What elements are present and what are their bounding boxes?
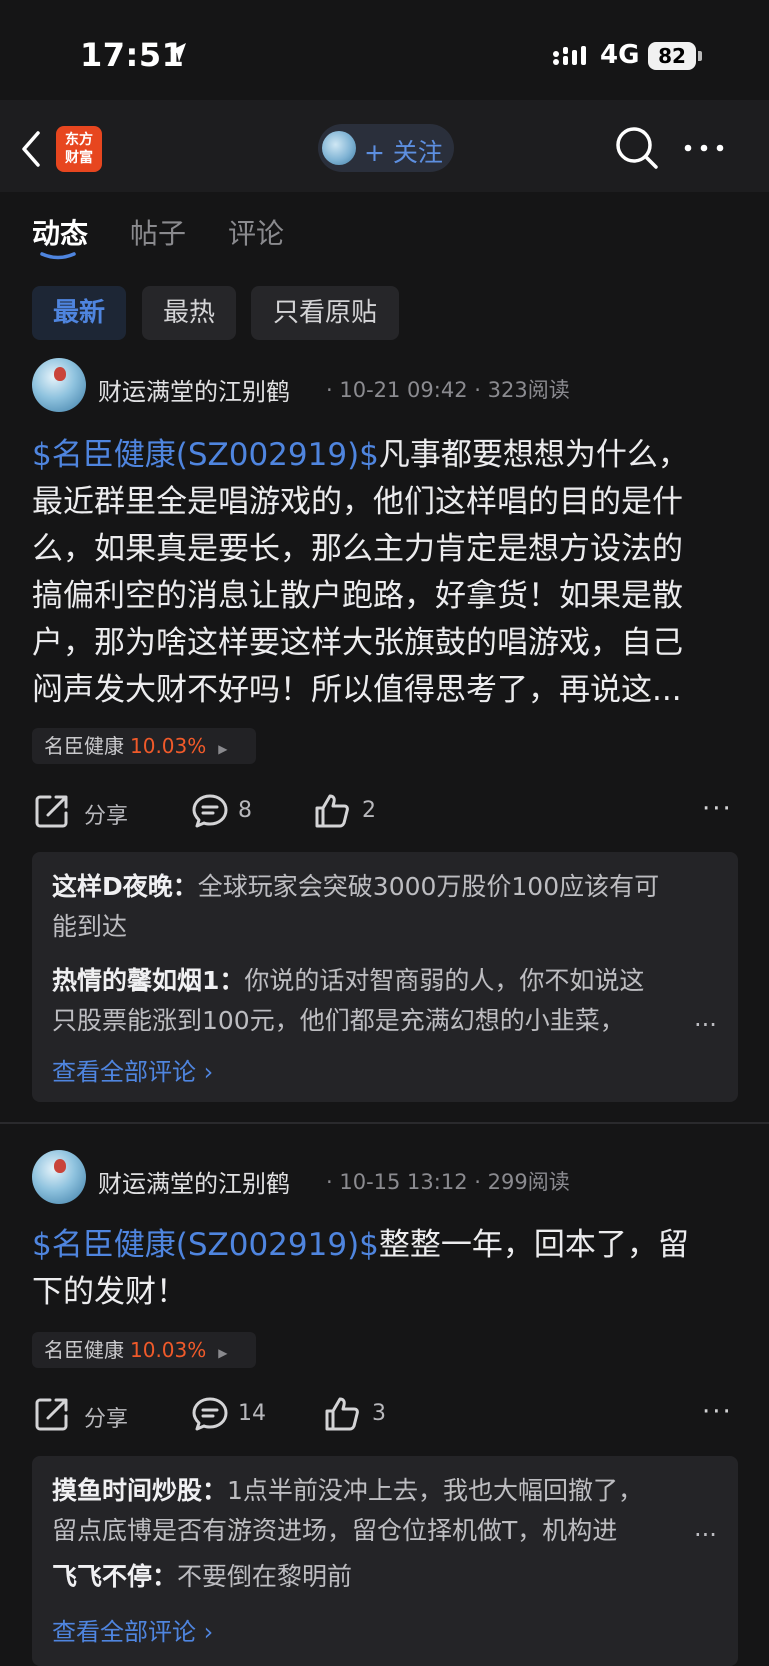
author-name[interactable]: 财运满堂的江别鹤	[98, 372, 290, 407]
post-text-line: 下的发财！	[32, 1274, 187, 1310]
comment-preview-box[interactable]: 摸鱼时间炒股：1点半前没冲上去，我也大幅回撤了， 留点底博是否有游资进场，留仓位…	[32, 1456, 738, 1666]
follow-avatar	[322, 131, 356, 165]
stock-change: 10.03%	[130, 1338, 207, 1362]
post-text-line: 凡事都要想想为什么，	[378, 437, 689, 473]
battery-tip	[698, 51, 702, 61]
avatar[interactable]	[32, 1150, 86, 1204]
comment-text: 全球玩家会突破3000万股价100应该有可	[197, 872, 660, 901]
read-count: 323阅读	[487, 378, 570, 402]
comment-text: 1点半前没冲上去，我也大幅回撤了，	[227, 1476, 643, 1505]
comment-sep: ：	[202, 1476, 228, 1505]
comment-ellipsis: ...	[694, 1514, 717, 1542]
filter-original-only[interactable]: 只看原贴	[251, 286, 399, 340]
comment-line: 留点底博是否有游资进场，留仓位择机做T，机构进	[52, 1516, 618, 1545]
comment-preview-box[interactable]: 这样D夜晚：全球玩家会突破3000万股价100应该有可 能到达 热情的馨如烟1：…	[32, 852, 738, 1102]
comment-sep: ：	[152, 1562, 178, 1591]
comment-user[interactable]: 飞飞不停	[52, 1562, 152, 1591]
follow-label: + 关注	[364, 138, 443, 167]
filter-hot[interactable]: 最热	[142, 286, 236, 340]
stock-tag[interactable]: 名臣健康 10.03% ▶	[32, 728, 256, 764]
like-count[interactable]: 3	[372, 1401, 386, 1426]
post-text-line: 搞偏利空的消息让散户跑路，好拿货！如果是散	[32, 578, 683, 614]
share-label[interactable]: 分享	[84, 798, 128, 830]
tab-dynamic[interactable]: 动态	[32, 212, 88, 252]
play-arrow-icon: ▶	[218, 742, 228, 756]
share-label[interactable]: 分享	[84, 1401, 128, 1433]
comment-user[interactable]: 摸鱼时间炒股	[52, 1476, 202, 1505]
stock-name: 名臣健康	[44, 1338, 124, 1362]
comment-line: 能到达	[52, 912, 128, 941]
network-label: 4G	[600, 40, 640, 70]
tab-posts[interactable]: 帖子	[130, 212, 186, 252]
play-arrow-icon: ▶	[218, 1346, 228, 1360]
app-logo: 东方 财富	[56, 126, 102, 172]
stock-tag[interactable]: 名臣健康 10.03% ▶	[32, 1332, 256, 1368]
post-text-line: 闷声发大财不好吗！所以值得思考了，再说这...	[32, 672, 682, 708]
post-divider	[0, 1122, 769, 1124]
like-icon[interactable]	[324, 1396, 360, 1432]
post-date: 10-15 13:12	[339, 1170, 468, 1194]
avatar[interactable]	[32, 358, 86, 412]
more-icon[interactable]	[684, 144, 724, 152]
post-body[interactable]: $名臣健康(SZ002919)$凡事都要想想为什么， 最近群里全是唱游戏的，他们…	[32, 432, 742, 714]
comment-line: 飞飞不停：不要倒在黎明前	[52, 1558, 718, 1596]
comment-count[interactable]: 14	[238, 1401, 266, 1426]
share-icon[interactable]	[34, 793, 70, 829]
filter-latest[interactable]: 最新	[32, 286, 126, 340]
post-body[interactable]: $名臣健康(SZ002919)$整整一年，回本了，留 下的发财！	[32, 1222, 742, 1316]
comment-sep: ：	[219, 966, 245, 995]
view-all-comments-link[interactable]: 查看全部评论 ›	[52, 1052, 213, 1087]
like-icon[interactable]	[314, 793, 350, 829]
stock-name: 名臣健康	[44, 734, 124, 758]
comment-line: 只股票能涨到100元，他们都是充满幻想的小韭菜，	[52, 1006, 625, 1035]
search-icon[interactable]	[614, 125, 660, 171]
post-text-line: 户，那为啥这样要这样大张旗鼓的唱游戏，自己	[32, 625, 683, 661]
comment-icon[interactable]	[192, 1397, 228, 1431]
post-meta: · 10-15 13:12 · 299阅读	[326, 1170, 570, 1194]
post-date: 10-21 09:42	[339, 378, 468, 402]
comment-user[interactable]: 热情的馨如烟1	[52, 966, 219, 995]
comment-user[interactable]: 这样D夜晚	[52, 872, 173, 901]
comment-ellipsis: ...	[694, 1004, 717, 1032]
active-tab-indicator	[40, 252, 76, 260]
comment-text: 不要倒在黎明前	[177, 1562, 353, 1591]
stock-cashtag[interactable]: $名臣健康(SZ002919)$	[32, 1227, 379, 1263]
comment-text: 你说的话对智商弱的人，你不如说这	[244, 966, 645, 995]
stock-cashtag[interactable]: $名臣健康(SZ002919)$	[32, 437, 379, 473]
share-icon[interactable]	[34, 1396, 70, 1432]
signal-icon	[553, 46, 586, 65]
like-count[interactable]: 2	[362, 798, 376, 823]
post-text-line: 最近群里全是唱游戏的，他们这样唱的目的是什	[32, 484, 683, 520]
author-name[interactable]: 财运满堂的江别鹤	[98, 1164, 290, 1199]
post-text-line: 么，如果真是要长，那么主力肯定是想方设法的	[32, 531, 683, 567]
comment-sep: ：	[172, 872, 198, 901]
stock-change: 10.03%	[130, 734, 207, 758]
comment-icon[interactable]	[192, 794, 228, 828]
back-icon[interactable]	[20, 131, 42, 167]
comment-line: 这样D夜晚：全球玩家会突破3000万股价100应该有可	[52, 868, 718, 906]
post-meta: · 10-21 09:42 · 323阅读	[326, 378, 570, 402]
post-text-line: 整整一年，回本了，留	[378, 1227, 689, 1263]
comment-line: 摸鱼时间炒股：1点半前没冲上去，我也大幅回撤了，	[52, 1472, 718, 1510]
tab-comments[interactable]: 评论	[228, 212, 284, 252]
post-more-icon[interactable]: ···	[702, 1397, 733, 1427]
comment-line: 热情的馨如烟1：你说的话对智商弱的人，你不如说这	[52, 962, 718, 1000]
location-arrow-icon	[170, 43, 186, 62]
post-more-icon[interactable]: ···	[702, 794, 733, 824]
comment-count[interactable]: 8	[238, 798, 252, 823]
read-count: 299阅读	[487, 1170, 570, 1194]
view-all-comments-link[interactable]: 查看全部评论 ›	[52, 1612, 213, 1647]
battery-indicator: 82	[648, 42, 696, 70]
